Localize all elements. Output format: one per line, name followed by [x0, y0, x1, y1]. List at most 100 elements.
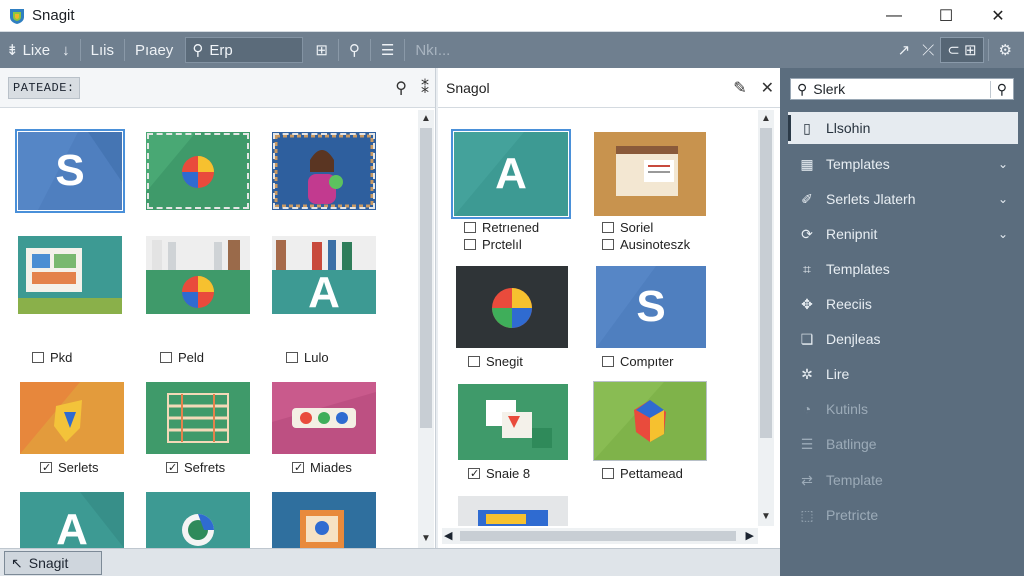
- library-thumbnail[interactable]: S: [15, 129, 125, 213]
- library-thumbnail[interactable]: [20, 382, 124, 460]
- toolbar-share-button[interactable]: ↗: [892, 36, 917, 64]
- library-thumbnail[interactable]: A: [272, 236, 376, 314]
- capture-scrollbar[interactable]: ▲ ▼: [758, 110, 774, 526]
- capture-caption[interactable]: Compıter: [602, 354, 673, 369]
- sidebar-item-llsohin[interactable]: ▯ Llsohin: [788, 112, 1018, 144]
- chevron-down-icon[interactable]: ⌄: [998, 157, 1008, 171]
- chevron-down-icon[interactable]: ⌄: [998, 227, 1008, 241]
- toolbar-lixe-button[interactable]: ⇟ Lixe: [0, 36, 56, 64]
- sidebar-item-lire[interactable]: ✲ Lire: [788, 358, 1018, 390]
- capture-thumbnail[interactable]: [458, 384, 568, 460]
- checkbox[interactable]: [286, 352, 298, 363]
- library-thumbnail[interactable]: A: [20, 492, 124, 548]
- chevron-down-icon[interactable]: ⌄: [998, 192, 1008, 206]
- library-panel-header: PATEADE: ⚲ ⁑: [0, 68, 435, 108]
- capture-thumbnail[interactable]: [458, 496, 568, 526]
- checkbox-checked[interactable]: [166, 462, 178, 473]
- library-filter-chip[interactable]: PATEADE:: [8, 76, 80, 99]
- status-tab-snagit[interactable]: ↖ Snagit: [4, 551, 102, 575]
- capture-thumbnail[interactable]: [593, 381, 707, 461]
- thumbnail-caption[interactable]: Peld: [160, 350, 204, 365]
- minimize-button[interactable]: —: [868, 0, 920, 32]
- capture-thumbnail[interactable]: [456, 266, 568, 348]
- sidebar-search-input[interactable]: ⚲ Slerk ⚲: [790, 78, 1014, 100]
- sidebar-item-kutinls[interactable]: ◔ Kutinls: [788, 393, 1018, 425]
- toolbar-paey-button[interactable]: Pıaey: [129, 36, 179, 64]
- scrollbar-thumb[interactable]: [420, 128, 432, 428]
- library-thumbnail[interactable]: [18, 236, 122, 314]
- checkbox[interactable]: [602, 222, 614, 233]
- thumbnail-caption[interactable]: Miades: [292, 460, 352, 475]
- scroll-left-icon[interactable]: ◀: [444, 528, 452, 544]
- close-button[interactable]: ✕: [972, 0, 1024, 32]
- toolbar-tools-button[interactable]: ⤫: [916, 36, 940, 64]
- checkbox[interactable]: [32, 352, 44, 363]
- toolbar-search-field[interactable]: ⚲ Erp: [185, 37, 304, 63]
- toolbar-layout-button[interactable]: ⊂ ⊞: [940, 37, 984, 63]
- search-submit-icon[interactable]: ⚲: [989, 80, 1007, 98]
- capture-thumbnail[interactable]: S: [596, 266, 706, 348]
- capture-caption[interactable]: Pettamead: [602, 466, 683, 481]
- toolbar-down-button[interactable]: ↓: [56, 36, 76, 64]
- toolbar-lis-button[interactable]: Lıis: [85, 36, 120, 64]
- hscrollbar-thumb[interactable]: [460, 531, 736, 541]
- capture-caption[interactable]: Ausinoteszk: [602, 237, 690, 252]
- checkbox[interactable]: [602, 468, 614, 479]
- checkbox[interactable]: [160, 352, 172, 363]
- checkbox-checked[interactable]: [292, 462, 304, 473]
- settings-button[interactable]: ⚙: [993, 36, 1018, 64]
- checkbox-checked[interactable]: [468, 468, 480, 479]
- capture-caption[interactable]: Snaie 8: [468, 466, 530, 481]
- sidebar-item-denjleas[interactable]: ❏ Denjleas: [788, 323, 1018, 355]
- capture-thumbnail[interactable]: [594, 132, 706, 216]
- library-thumbnail[interactable]: [146, 382, 250, 460]
- scrollbar-thumb[interactable]: [760, 128, 772, 438]
- sidebar-item-serlets[interactable]: ✐ Serlets Jlaterh ⌄: [788, 183, 1018, 215]
- sidebar-item-pretricte[interactable]: ⬚ Pretricte: [788, 499, 1018, 531]
- scroll-up-icon[interactable]: ▲: [758, 112, 774, 126]
- sidebar-item-renipnit[interactable]: ⟳ Renipnit ⌄: [788, 218, 1018, 250]
- thumbnail-caption[interactable]: Pkd: [32, 350, 72, 365]
- sidebar-item-templates-2[interactable]: ⌗ Templates: [788, 253, 1018, 285]
- pin-icon[interactable]: ⁑: [421, 78, 429, 98]
- pen-icon[interactable]: ✎: [733, 78, 746, 98]
- search-icon[interactable]: ⚲: [395, 78, 407, 98]
- capture-thumbnail[interactable]: A: [451, 129, 571, 219]
- thumbnail-caption[interactable]: Sefrets: [166, 460, 225, 475]
- toolbar-grid-button[interactable]: ⊞: [309, 36, 334, 64]
- sidebar-item-templates[interactable]: ▦ Templates ⌄: [788, 148, 1018, 180]
- sidebar-item-template[interactable]: ⇄ Template: [788, 464, 1018, 496]
- library-thumbnail[interactable]: [146, 236, 250, 314]
- scroll-down-icon[interactable]: ▼: [418, 532, 434, 546]
- checkbox-checked[interactable]: [40, 462, 52, 473]
- scroll-down-icon[interactable]: ▼: [758, 510, 774, 524]
- capture-caption[interactable]: Snegit: [468, 354, 523, 369]
- thumbnail-caption[interactable]: Serlets: [40, 460, 98, 475]
- maximize-button[interactable]: ☐: [920, 0, 972, 32]
- toolbar-nk-button[interactable]: Nkı...: [409, 36, 456, 64]
- library-thumbnail[interactable]: [272, 382, 376, 460]
- sidebar-item-reeciis[interactable]: ✥ Reeciis: [788, 288, 1018, 320]
- gear-icon: ✲: [801, 365, 813, 382]
- library-thumbnail[interactable]: [272, 132, 376, 210]
- checkbox[interactable]: [602, 356, 614, 367]
- library-thumbnail[interactable]: [146, 492, 250, 548]
- toolbar-zoom-button[interactable]: ⚲: [343, 36, 366, 64]
- capture-hscrollbar[interactable]: ◀ ▶: [442, 528, 758, 544]
- scroll-right-icon[interactable]: ▶: [746, 528, 754, 544]
- checkbox[interactable]: [464, 222, 476, 233]
- library-scrollbar[interactable]: ▲ ▼: [418, 110, 434, 548]
- checkbox[interactable]: [602, 239, 614, 250]
- sidebar-item-batlinge[interactable]: ☰ Batlinge: [788, 428, 1018, 460]
- checkbox[interactable]: [464, 239, 476, 250]
- capture-caption[interactable]: Retrıened: [464, 220, 539, 235]
- scroll-up-icon[interactable]: ▲: [418, 112, 434, 126]
- close-icon[interactable]: ✕: [761, 78, 774, 98]
- thumbnail-caption[interactable]: Lulo: [286, 350, 329, 365]
- library-thumbnail[interactable]: [146, 132, 250, 210]
- library-thumbnail[interactable]: [272, 492, 376, 548]
- checkbox[interactable]: [468, 356, 480, 367]
- toolbar-filter-button[interactable]: ☰: [375, 36, 400, 64]
- capture-caption[interactable]: Soriel: [602, 220, 653, 235]
- capture-caption[interactable]: Prctelıl: [464, 237, 522, 252]
